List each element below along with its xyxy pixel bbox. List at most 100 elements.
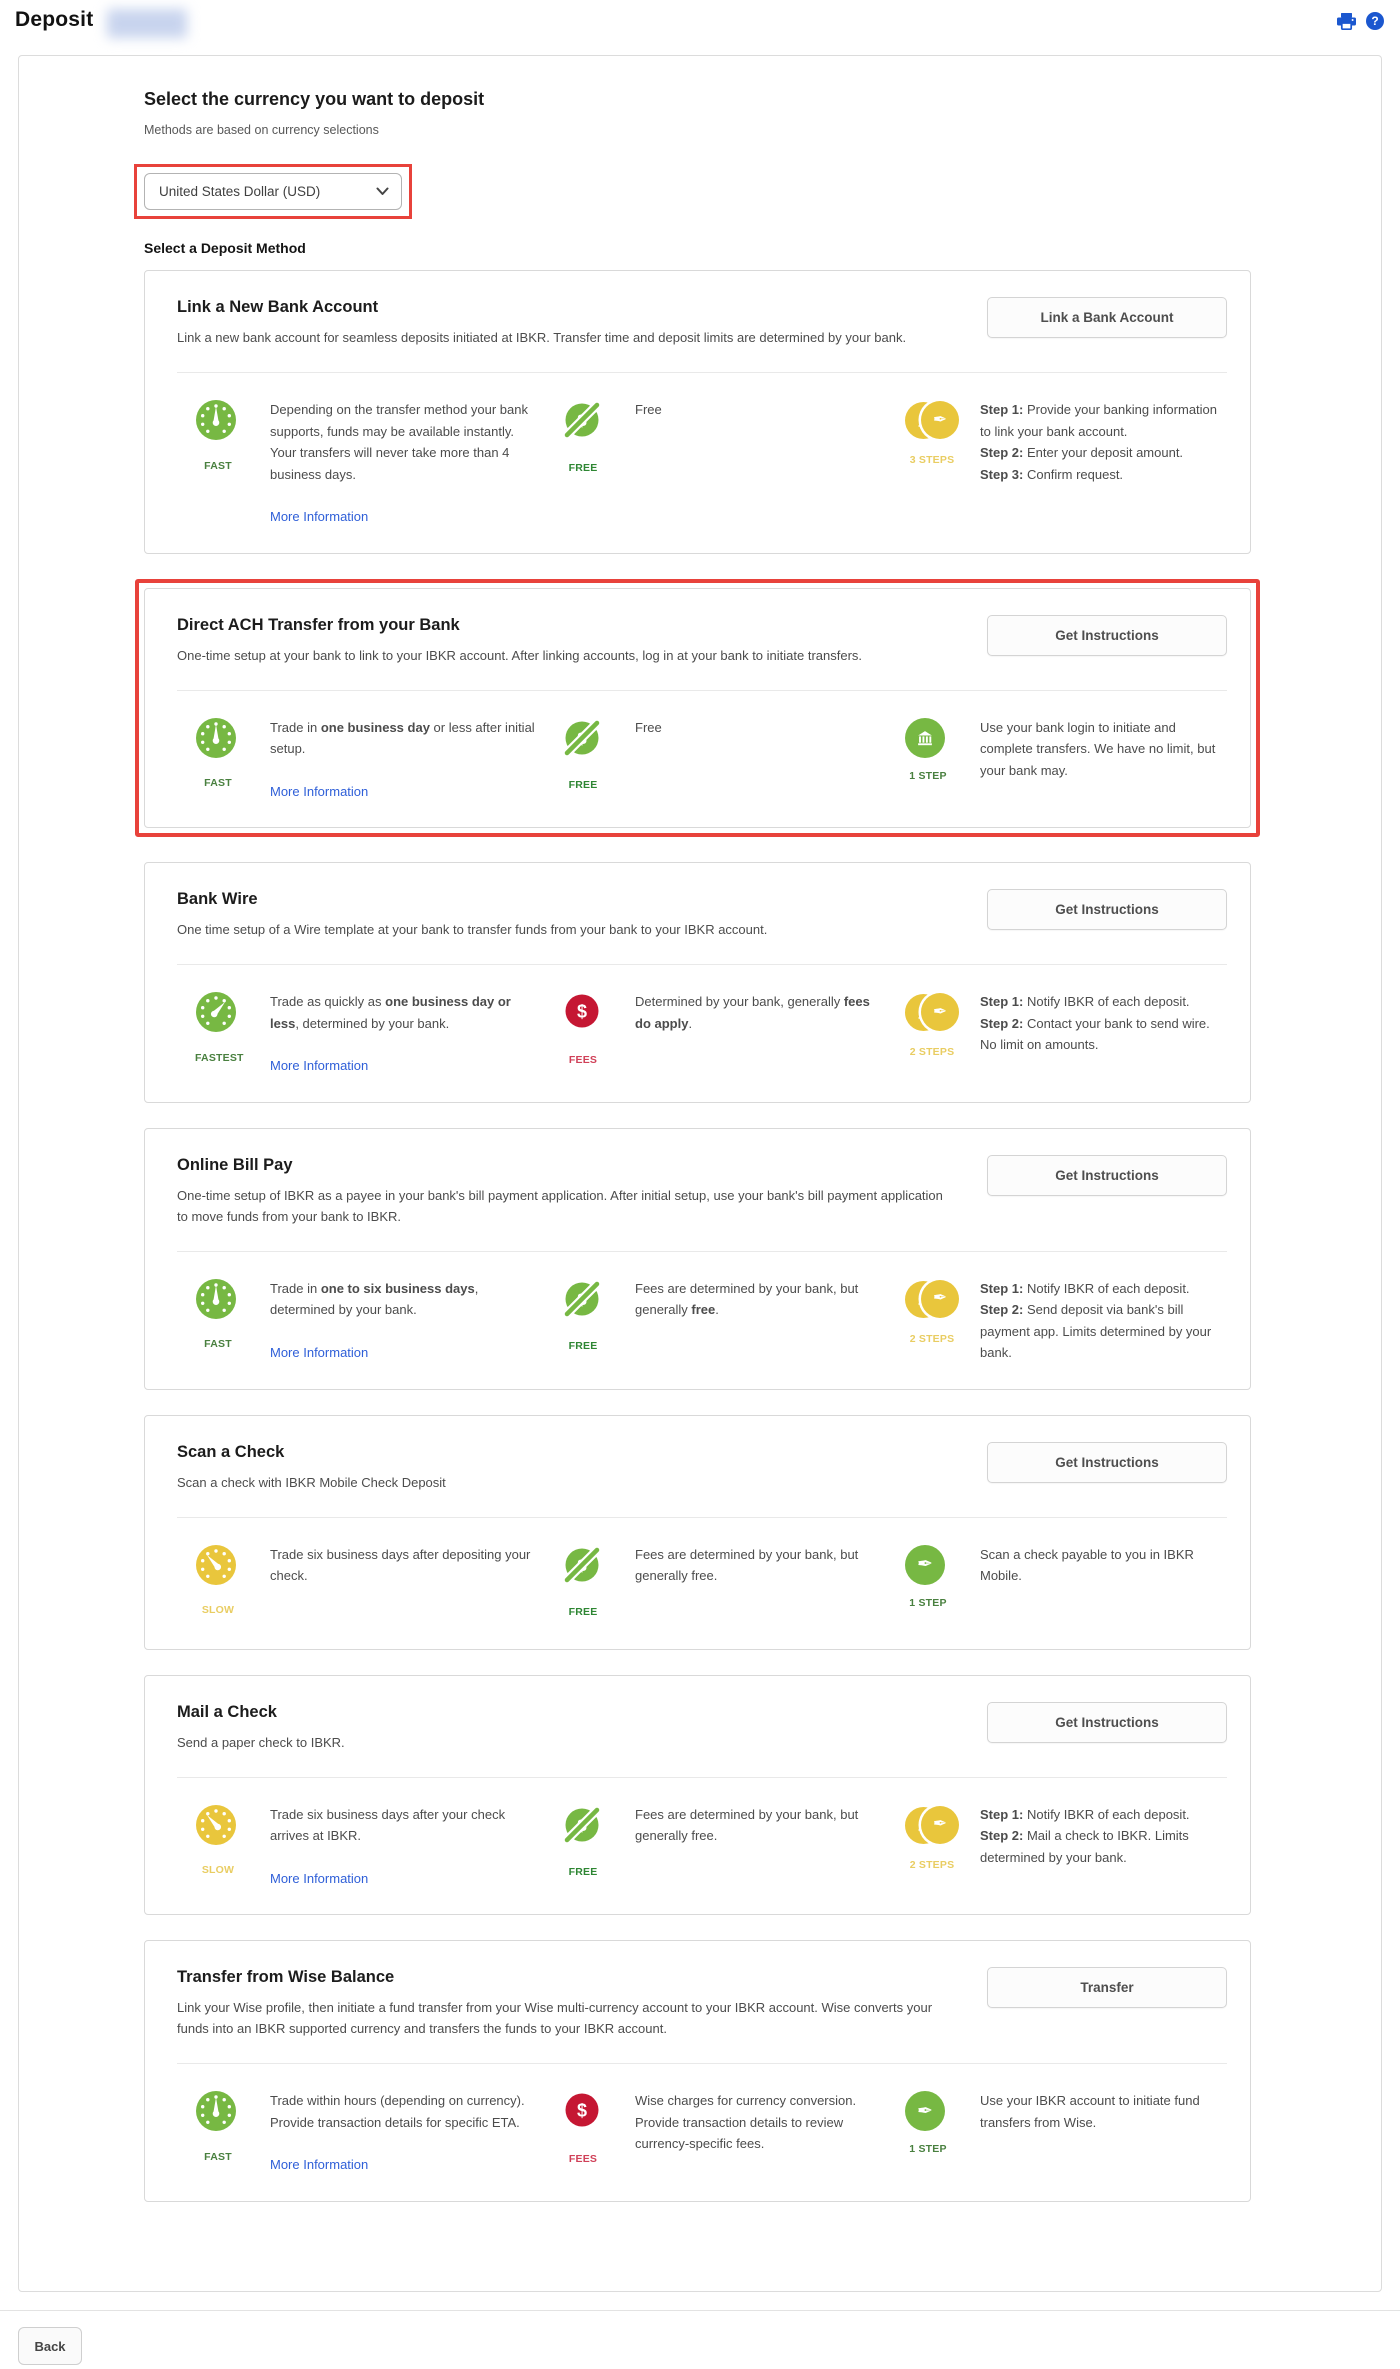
redacted-account-badge	[107, 9, 187, 38]
method-card-online-bill-pay: Online Bill Pay One-time setup of IBKR a…	[144, 1128, 1251, 1390]
cost-text: Fees are determined by your bank, but ge…	[635, 1544, 880, 1587]
free-icon: $	[560, 1544, 604, 1595]
cost-label: FREE	[560, 1602, 606, 1624]
method-description: One-time setup of IBKR as a payee in you…	[177, 1185, 947, 1227]
currency-select-value: United States Dollar (USD)	[159, 184, 320, 199]
deposit-panel: Select the currency you want to deposit …	[18, 55, 1382, 2292]
fees-icon: $	[560, 991, 604, 1042]
steps-text: Use your bank login to initiate and comp…	[980, 717, 1227, 782]
bank-icon	[905, 718, 945, 758]
chevron-down-icon	[376, 187, 389, 196]
cost-label: FREE	[560, 775, 606, 797]
currency-select[interactable]: United States Dollar (USD)	[144, 173, 402, 210]
svg-text:$: $	[577, 1002, 587, 1022]
cost-text: Fees are determined by your bank, but ge…	[635, 1804, 880, 1847]
steps-label: 2 STEPS	[905, 1042, 959, 1064]
steps-coins-icon: ✒	[905, 991, 959, 1034]
method-description: One-time setup at your bank to link to y…	[177, 645, 947, 666]
footer-divider	[0, 2310, 1400, 2311]
speed-label: FASTEST	[195, 1048, 241, 1070]
steps-coins-icon: ✒	[905, 399, 959, 442]
steps-text: Use your IBKR account to initiate fund t…	[980, 2090, 1227, 2133]
ach-card-annotation: Direct ACH Transfer from your Bank One-t…	[135, 579, 1260, 838]
pen-nib-icon: ✒	[933, 1290, 947, 1307]
steps-text: Step 1: Notify IBKR of each deposit.Step…	[980, 1278, 1227, 1364]
speed-text: Trade as quickly as one business day or …	[270, 991, 535, 1034]
divider	[177, 1251, 1227, 1252]
method-card-wise-transfer: Transfer from Wise Balance Link your Wis…	[144, 1940, 1251, 2202]
help-icon[interactable]: ?	[1366, 12, 1384, 30]
more-information-link[interactable]: More Information	[270, 1868, 368, 1890]
free-icon: $	[560, 399, 604, 450]
currency-subheading: Methods are based on currency selections	[144, 123, 1251, 137]
method-card-direct-ach: Direct ACH Transfer from your Bank One-t…	[144, 588, 1251, 829]
svg-text:$: $	[577, 2101, 587, 2121]
steps-coins-icon: ✒	[905, 1804, 959, 1847]
steps-label: 3 STEPS	[905, 450, 959, 472]
get-instructions-button[interactable]: Get Instructions	[987, 1702, 1227, 1743]
cost-label: FREE	[560, 1862, 606, 1884]
cost-label: FEES	[560, 2149, 606, 2171]
more-information-link[interactable]: More Information	[270, 781, 368, 803]
speed-label: FAST	[195, 1334, 241, 1356]
method-description: Send a paper check to IBKR.	[177, 1732, 947, 1753]
steps-label: 1 STEP	[905, 1593, 951, 1615]
pen-circle-icon: ✒	[905, 2091, 945, 2131]
page-title: Deposit	[15, 8, 93, 32]
method-description: One time setup of a Wire template at you…	[177, 919, 947, 940]
method-description: Link your Wise profile, then initiate a …	[177, 1997, 947, 2039]
free-icon: $	[560, 1278, 604, 1329]
more-information-link[interactable]: More Information	[270, 2154, 368, 2176]
pen-circle-icon: ✒	[905, 1545, 945, 1585]
method-card-mail-check: Mail a Check Send a paper check to IBKR.…	[144, 1675, 1251, 1916]
more-information-link[interactable]: More Information	[270, 1055, 368, 1077]
link-bank-account-button[interactable]: Link a Bank Account	[987, 297, 1227, 338]
fees-icon: $	[560, 2090, 604, 2141]
divider	[177, 2063, 1227, 2064]
speed-label: FAST	[195, 2147, 241, 2169]
steps-text: Step 1: Notify IBKR of each deposit.Step…	[980, 991, 1227, 1056]
transfer-button[interactable]: Transfer	[987, 1967, 1227, 2008]
method-card-bank-wire: Bank Wire One time setup of a Wire templ…	[144, 862, 1251, 1103]
steps-label: 2 STEPS	[905, 1329, 959, 1351]
get-instructions-button[interactable]: Get Instructions	[987, 1155, 1227, 1196]
speed-text: Trade six business days after your check…	[270, 1804, 535, 1847]
speed-fastest-icon	[195, 991, 237, 1040]
speed-slow-icon	[195, 1804, 237, 1853]
method-description: Scan a check with IBKR Mobile Check Depo…	[177, 1472, 947, 1493]
cost-text: Determined by your bank, generally fees …	[635, 991, 880, 1034]
page-header: Deposit ?	[0, 0, 1400, 44]
steps-text: Step 1: Provide your banking information…	[980, 399, 1227, 485]
back-button[interactable]: Back	[18, 2327, 82, 2365]
print-icon[interactable]	[1337, 13, 1356, 30]
speed-text: Depending on the transfer method your ba…	[270, 399, 535, 485]
steps-text: Step 1: Notify IBKR of each deposit.Step…	[980, 1804, 1227, 1869]
method-card-scan-check: Scan a Check Scan a check with IBKR Mobi…	[144, 1415, 1251, 1650]
divider	[177, 372, 1227, 373]
divider	[177, 690, 1227, 691]
divider	[177, 964, 1227, 965]
get-instructions-button[interactable]: Get Instructions	[987, 615, 1227, 656]
divider	[177, 1517, 1227, 1518]
speed-label: SLOW	[195, 1860, 241, 1882]
speed-fast-icon	[195, 2090, 237, 2139]
pen-nib-icon: ✒	[933, 1816, 947, 1833]
get-instructions-button[interactable]: Get Instructions	[987, 889, 1227, 930]
cost-label: FREE	[560, 1336, 606, 1358]
more-information-link[interactable]: More Information	[270, 506, 368, 528]
currency-select-annotation: United States Dollar (USD)	[134, 164, 412, 219]
get-instructions-button[interactable]: Get Instructions	[987, 1442, 1227, 1483]
steps-label: 1 STEP	[905, 766, 951, 788]
free-icon: $	[560, 717, 604, 768]
cost-label: FEES	[560, 1050, 606, 1072]
divider	[177, 1777, 1227, 1778]
speed-text: Trade within hours (depending on currenc…	[270, 2090, 535, 2133]
currency-heading: Select the currency you want to deposit	[144, 89, 1251, 110]
method-description: Link a new bank account for seamless dep…	[177, 327, 947, 348]
cost-label: FREE	[560, 458, 606, 480]
speed-text: Trade in one business day or less after …	[270, 717, 535, 760]
speed-label: FAST	[195, 773, 241, 795]
more-information-link[interactable]: More Information	[270, 1342, 368, 1364]
cost-text: Wise charges for currency conversion. Pr…	[635, 2090, 880, 2155]
cost-text: Fees are determined by your bank, but ge…	[635, 1278, 880, 1321]
